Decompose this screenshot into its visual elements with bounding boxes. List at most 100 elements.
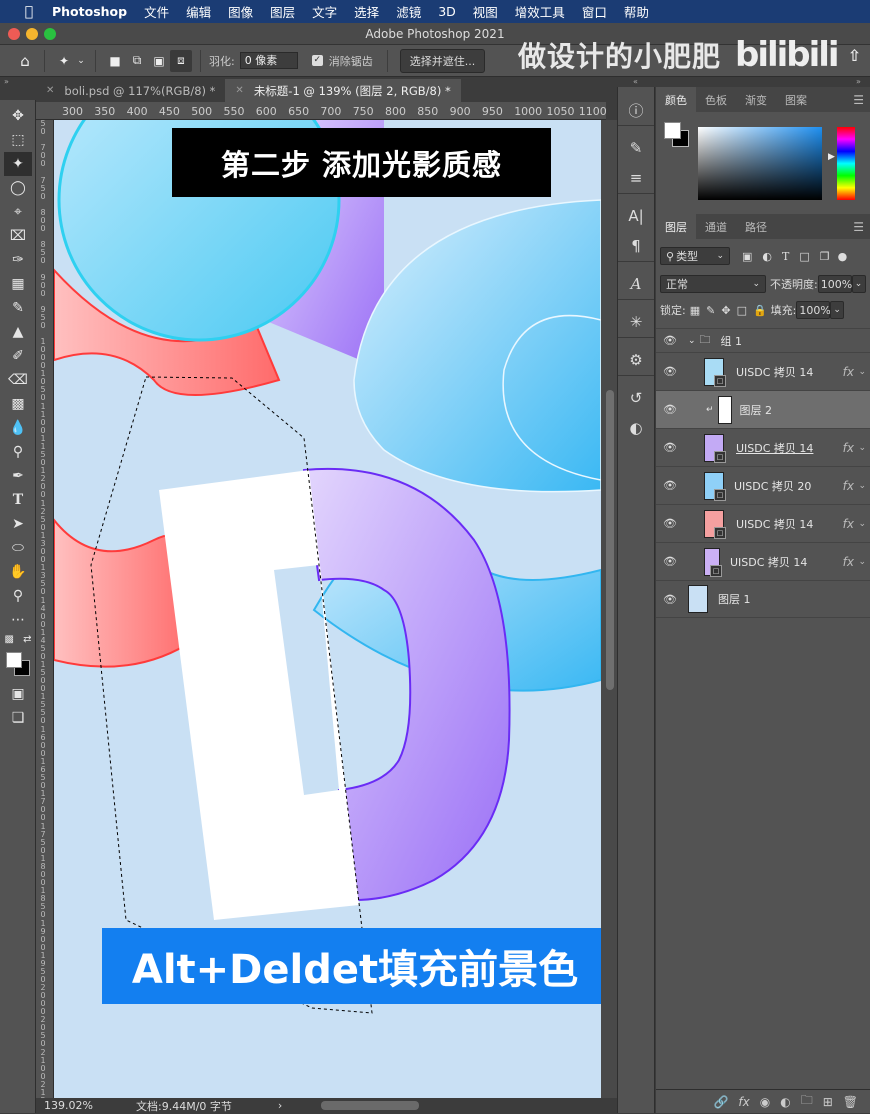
filter-adjustment-icon[interactable]: ◐ bbox=[762, 250, 772, 263]
close-tab-icon[interactable]: ✕ bbox=[235, 85, 243, 96]
menu-app-name[interactable]: Photoshop bbox=[52, 4, 127, 19]
quick-mask-icon[interactable]: ▣ bbox=[0, 682, 36, 706]
spot-healing-tool-icon[interactable]: ▦ bbox=[0, 272, 36, 296]
styles-panel-icon[interactable]: ◐ bbox=[618, 413, 654, 443]
fill-input[interactable]: 100% bbox=[796, 301, 831, 319]
doc-tab-untitled[interactable]: ✕ 未标题-1 @ 139% (图层 2, RGB/8) * bbox=[225, 79, 461, 102]
horizontal-scroll-thumb[interactable] bbox=[321, 1101, 419, 1110]
layer-row-group[interactable]: 👁 ⌄ 🗀 组 1 bbox=[656, 328, 870, 352]
home-icon[interactable]: ⌂ bbox=[14, 50, 36, 72]
chevron-down-icon[interactable]: ⌄ bbox=[858, 367, 866, 377]
menu-plugins[interactable]: 增效工具 bbox=[515, 2, 565, 21]
zoom-level[interactable]: 139.02% bbox=[44, 1099, 124, 1112]
status-menu-arrow[interactable]: › bbox=[278, 1099, 282, 1112]
menu-layer[interactable]: 图层 bbox=[270, 2, 295, 21]
collapse-iconstrip-icon[interactable]: « bbox=[633, 77, 638, 86]
foreground-color-swatch[interactable] bbox=[664, 122, 681, 139]
dodge-tool-icon[interactable]: ⚲ bbox=[0, 440, 36, 464]
panel-menu-icon[interactable]: ☰ bbox=[853, 220, 864, 234]
blur-tool-icon[interactable]: 💧 bbox=[0, 416, 36, 440]
brush-tool-icon[interactable]: ✎ bbox=[0, 296, 36, 320]
tab-patterns[interactable]: 图案 bbox=[776, 87, 816, 112]
add-layer-style-icon[interactable]: fx bbox=[738, 1095, 749, 1109]
feather-input[interactable]: 0 像素 bbox=[239, 52, 298, 69]
tab-channels[interactable]: 通道 bbox=[696, 214, 736, 239]
chevron-down-icon[interactable]: ⌄ bbox=[688, 336, 696, 346]
clone-stamp-tool-icon[interactable]: ▲ bbox=[0, 320, 36, 344]
paragraph-panel-icon[interactable]: ¶ bbox=[618, 231, 654, 261]
pen-tool-icon[interactable]: ✒ bbox=[0, 464, 36, 488]
saturation-brightness-field[interactable] bbox=[698, 127, 822, 200]
filter-type-icon[interactable]: T bbox=[782, 250, 789, 263]
default-colors-icon[interactable]: ▩ bbox=[5, 634, 14, 645]
path-selection-tool-icon[interactable]: ➤ bbox=[0, 512, 36, 536]
opacity-slider-toggle[interactable]: ⌄ bbox=[851, 275, 866, 293]
hand-tool-icon[interactable]: ✋ bbox=[0, 560, 36, 584]
menu-3d[interactable]: 3D bbox=[438, 4, 456, 19]
filter-pixel-icon[interactable]: ▣ bbox=[742, 250, 752, 263]
layer-effects-icon[interactable]: fx bbox=[843, 479, 854, 493]
expand-toolbar-icon[interactable]: » bbox=[4, 77, 9, 86]
lock-all-icon[interactable]: 🔒 bbox=[753, 304, 767, 317]
menu-select[interactable]: 选择 bbox=[354, 2, 379, 21]
share-icon[interactable]: ⇧ bbox=[848, 46, 862, 65]
layer-row-background[interactable]: 👁 图层 1 bbox=[656, 580, 870, 618]
tab-gradients[interactable]: 渐变 bbox=[736, 87, 776, 112]
add-to-selection-icon[interactable]: ⧉ bbox=[126, 50, 148, 72]
filter-smartobject-icon[interactable]: ❐ bbox=[820, 250, 830, 263]
chevron-down-icon[interactable]: ⌄ bbox=[858, 481, 866, 491]
visibility-eye-icon[interactable]: 👁 bbox=[656, 555, 684, 568]
info-panel-icon[interactable]: ⓘ bbox=[618, 95, 654, 125]
visibility-eye-icon[interactable]: 👁 bbox=[656, 441, 684, 454]
vertical-scrollbar[interactable] bbox=[601, 120, 617, 1098]
lock-image-pixels-icon[interactable]: ✎ bbox=[706, 304, 715, 317]
layer-effects-icon[interactable]: fx bbox=[843, 555, 854, 569]
document-canvas[interactable]: 第二步 添加光影质感 Alt+Deldet填充前景色 bbox=[54, 120, 601, 1098]
layer-row[interactable]: 👁 □ UISDC 拷贝 14 fx ⌄ bbox=[656, 542, 870, 580]
lock-transparent-pixels-icon[interactable]: ▦ bbox=[690, 304, 700, 317]
select-and-mask-button[interactable]: 选择并遮住... bbox=[399, 48, 486, 73]
visibility-eye-icon[interactable]: 👁 bbox=[656, 403, 684, 416]
hue-slider[interactable] bbox=[837, 127, 855, 200]
crop-tool-icon[interactable]: ⌖ bbox=[0, 200, 36, 224]
marquee-tool-icon[interactable]: ⬚ bbox=[0, 128, 36, 152]
history-panel-icon[interactable]: ↺ bbox=[618, 383, 654, 413]
hue-slider-handle[interactable]: ▶ bbox=[828, 152, 835, 162]
visibility-eye-icon[interactable]: 👁 bbox=[656, 334, 684, 347]
layer-row[interactable]: 👁 □ UISDC 拷贝 20 fx ⌄ bbox=[656, 466, 870, 504]
layer-row[interactable]: 👁 □ UISDC 拷贝 14 fx ⌄ bbox=[656, 352, 870, 390]
visibility-eye-icon[interactable]: 👁 bbox=[656, 479, 684, 492]
tab-swatches[interactable]: 色板 bbox=[696, 87, 736, 112]
apple-logo-icon[interactable]:  bbox=[18, 4, 40, 20]
adjustment-layer-icon[interactable]: ◐ bbox=[780, 1095, 790, 1109]
add-mask-icon[interactable]: ◉ bbox=[760, 1095, 770, 1109]
type-tool-icon[interactable]: T bbox=[0, 488, 36, 512]
new-selection-icon[interactable]: ■ bbox=[104, 50, 126, 72]
menu-filter[interactable]: 滤镜 bbox=[396, 2, 421, 21]
foreground-color-swatch[interactable] bbox=[6, 652, 22, 668]
fill-slider-toggle[interactable]: ⌄ bbox=[830, 301, 845, 319]
history-brush-tool-icon[interactable]: ✐ bbox=[0, 344, 36, 368]
filter-toggle-switch[interactable]: ● bbox=[838, 250, 848, 263]
brush-presets-icon[interactable]: ≡ bbox=[618, 163, 654, 193]
blend-mode-dropdown[interactable]: 正常 ⌄ bbox=[660, 275, 766, 293]
light-source-icon[interactable]: ✳ bbox=[618, 307, 654, 337]
lock-artboard-icon[interactable]: □ bbox=[737, 304, 747, 317]
close-tab-icon[interactable]: ✕ bbox=[46, 85, 54, 96]
chevron-down-icon[interactable]: ⌄ bbox=[858, 443, 866, 453]
brush-settings-icon[interactable]: ✎ bbox=[618, 133, 654, 163]
polygonal-lasso-preset-icon[interactable]: ✦ bbox=[53, 50, 75, 72]
swap-colors-icon[interactable]: ⇄ bbox=[23, 634, 31, 645]
doc-tab-boli[interactable]: ✕ boli.psd @ 117%(RGB/8) * bbox=[36, 79, 225, 102]
ellipse-tool-icon[interactable]: ⬭ bbox=[0, 536, 36, 560]
layer-effects-icon[interactable]: fx bbox=[843, 517, 854, 531]
filter-shape-icon[interactable]: □ bbox=[799, 250, 809, 263]
tab-color[interactable]: 颜色 bbox=[656, 87, 696, 112]
adjustments-panel-icon[interactable]: ⚙ bbox=[618, 345, 654, 375]
chevron-down-icon[interactable]: ⌄ bbox=[858, 519, 866, 529]
chevron-down-icon[interactable]: ⌄ bbox=[858, 557, 866, 567]
antialias-checkbox[interactable]: ✓ bbox=[311, 55, 323, 66]
panel-menu-icon[interactable]: ☰ bbox=[853, 93, 864, 107]
layer-effects-icon[interactable]: fx bbox=[843, 441, 854, 455]
menu-image[interactable]: 图像 bbox=[228, 2, 253, 21]
